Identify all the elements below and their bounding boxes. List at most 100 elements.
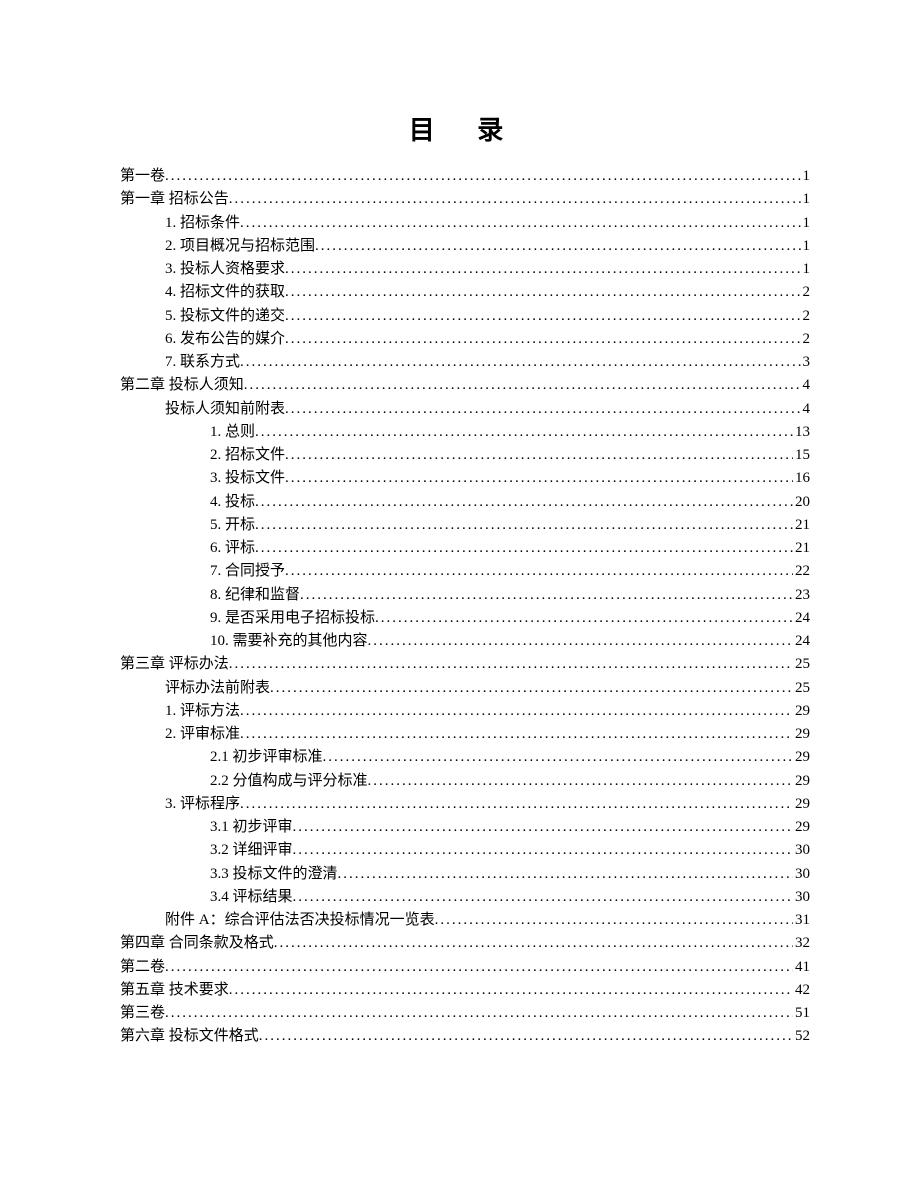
toc-leader-dots xyxy=(368,630,793,653)
toc-entry: 附件 A：综合评估法否决投标情况一览表 31 xyxy=(120,909,810,932)
toc-entry-page: 1 xyxy=(801,258,811,281)
toc-leader-dots xyxy=(240,723,793,746)
toc-entry-label: 8. 纪律和监督 xyxy=(210,584,300,607)
toc-leader-dots xyxy=(255,537,793,560)
toc-entry-label: 3.2 详细评审 xyxy=(210,839,293,862)
toc-entry: 10. 需要补充的其他内容 24 xyxy=(120,630,810,653)
toc-entry-page: 32 xyxy=(793,932,810,955)
toc-entry-label: 3. 评标程序 xyxy=(165,793,240,816)
toc-leader-dots xyxy=(165,956,793,979)
toc-leader-dots xyxy=(338,863,793,886)
toc-entry: 4. 招标文件的获取 2 xyxy=(120,281,810,304)
toc-entry-page: 4 xyxy=(801,374,811,397)
toc-leader-dots xyxy=(255,491,793,514)
toc-entry-page: 29 xyxy=(793,723,810,746)
toc-entry: 2. 项目概况与招标范围 1 xyxy=(120,235,810,258)
toc-entry-page: 30 xyxy=(793,886,810,909)
toc-entry-label: 2. 评审标准 xyxy=(165,723,240,746)
toc-leader-dots xyxy=(259,1025,793,1048)
toc-leader-dots xyxy=(285,305,800,328)
toc-leader-dots xyxy=(240,793,793,816)
toc-entry-page: 29 xyxy=(793,700,810,723)
toc-entry: 5. 投标文件的递交 2 xyxy=(120,305,810,328)
toc-leader-dots xyxy=(240,212,800,235)
toc-entry-page: 25 xyxy=(793,653,810,676)
toc-entry: 5. 开标 21 xyxy=(120,514,810,537)
toc-entry-page: 29 xyxy=(793,793,810,816)
toc-leader-dots xyxy=(368,770,793,793)
toc-leader-dots xyxy=(293,816,793,839)
toc-entry-label: 2. 招标文件 xyxy=(210,444,285,467)
toc-entry: 7. 合同授予 22 xyxy=(120,560,810,583)
toc-leader-dots xyxy=(229,188,801,211)
toc-entry-page: 29 xyxy=(793,816,810,839)
toc-entry: 9. 是否采用电子招标投标 24 xyxy=(120,607,810,630)
toc-list: 第一卷 1第一章 招标公告 11. 招标条件 12. 项目概况与招标范围 13.… xyxy=(120,165,810,1049)
toc-entry-label: 5. 开标 xyxy=(210,514,255,537)
toc-entry-page: 3 xyxy=(801,351,811,374)
toc-entry-label: 4. 投标 xyxy=(210,491,255,514)
toc-entry-label: 3.3 投标文件的澄清 xyxy=(210,863,338,886)
toc-leader-dots xyxy=(255,514,793,537)
toc-entry-label: 第二卷 xyxy=(120,956,165,979)
toc-entry-page: 51 xyxy=(793,1002,810,1025)
toc-leader-dots xyxy=(435,909,793,932)
toc-entry-page: 30 xyxy=(793,839,810,862)
toc-entry: 第四章 合同条款及格式 32 xyxy=(120,932,810,955)
toc-entry-page: 4 xyxy=(801,398,811,421)
toc-entry-label: 5. 投标文件的递交 xyxy=(165,305,285,328)
toc-entry-label: 7. 联系方式 xyxy=(165,351,240,374)
toc-entry-label: 1. 总则 xyxy=(210,421,255,444)
document-page: 目 录 第一卷 1第一章 招标公告 11. 招标条件 12. 项目概况与招标范围… xyxy=(0,0,920,1049)
toc-leader-dots xyxy=(285,444,793,467)
toc-entry: 第二卷 41 xyxy=(120,956,810,979)
toc-entry-page: 2 xyxy=(801,305,811,328)
toc-leader-dots xyxy=(285,281,800,304)
toc-entry-page: 20 xyxy=(793,491,810,514)
toc-entry: 6. 发布公告的媒介 2 xyxy=(120,328,810,351)
toc-entry-page: 24 xyxy=(793,607,810,630)
toc-entry-label: 投标人须知前附表 xyxy=(165,398,285,421)
toc-leader-dots xyxy=(229,653,793,676)
toc-entry-label: 2.2 分值构成与评分标准 xyxy=(210,770,368,793)
toc-leader-dots xyxy=(285,328,800,351)
toc-entry-page: 29 xyxy=(793,746,810,769)
toc-entry-label: 6. 评标 xyxy=(210,537,255,560)
toc-entry-page: 21 xyxy=(793,514,810,537)
toc-entry: 3.1 初步评审 29 xyxy=(120,816,810,839)
toc-entry-page: 29 xyxy=(793,770,810,793)
toc-entry-page: 22 xyxy=(793,560,810,583)
toc-entry-page: 16 xyxy=(793,467,810,490)
toc-leader-dots xyxy=(240,351,800,374)
toc-entry-page: 24 xyxy=(793,630,810,653)
toc-entry-page: 25 xyxy=(793,677,810,700)
toc-entry-page: 13 xyxy=(793,421,810,444)
toc-entry-label: 第五章 技术要求 xyxy=(120,979,229,1002)
toc-entry: 第三章 评标办法 25 xyxy=(120,653,810,676)
toc-entry-page: 23 xyxy=(793,584,810,607)
toc-entry: 1. 招标条件 1 xyxy=(120,212,810,235)
toc-entry-label: 9. 是否采用电子招标投标 xyxy=(210,607,375,630)
toc-entry-label: 3.1 初步评审 xyxy=(210,816,293,839)
toc-entry: 第一卷 1 xyxy=(120,165,810,188)
toc-leader-dots xyxy=(293,839,793,862)
toc-leader-dots xyxy=(240,700,793,723)
toc-entry: 8. 纪律和监督 23 xyxy=(120,584,810,607)
toc-entry-label: 3. 投标文件 xyxy=(210,467,285,490)
toc-entry: 4. 投标 20 xyxy=(120,491,810,514)
toc-entry: 3.4 评标结果 30 xyxy=(120,886,810,909)
toc-entry-page: 2 xyxy=(801,328,811,351)
toc-leader-dots xyxy=(165,1002,793,1025)
toc-entry-label: 2.1 初步评审标准 xyxy=(210,746,323,769)
toc-leader-dots xyxy=(323,746,793,769)
toc-entry: 第三卷 51 xyxy=(120,1002,810,1025)
toc-entry-label: 6. 发布公告的媒介 xyxy=(165,328,285,351)
toc-entry-label: 第一卷 xyxy=(120,165,165,188)
toc-entry-label: 附件 A：综合评估法否决投标情况一览表 xyxy=(165,909,435,932)
toc-entry-page: 52 xyxy=(793,1025,810,1048)
toc-entry-page: 1 xyxy=(801,165,811,188)
toc-entry: 1. 总则 13 xyxy=(120,421,810,444)
toc-entry: 评标办法前附表 25 xyxy=(120,677,810,700)
toc-entry-label: 10. 需要补充的其他内容 xyxy=(210,630,368,653)
toc-entry-label: 第四章 合同条款及格式 xyxy=(120,932,274,955)
